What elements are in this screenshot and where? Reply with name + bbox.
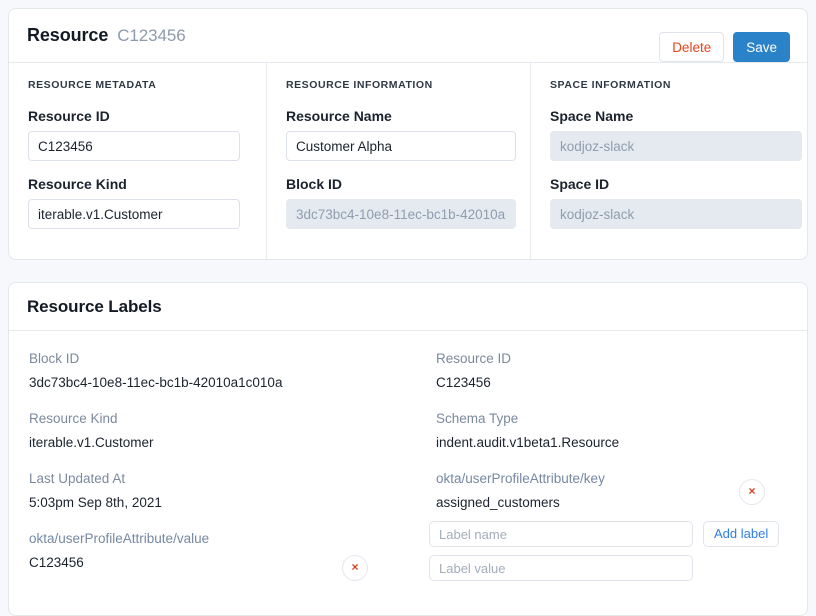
label-key: Resource Kind <box>29 411 118 426</box>
section-title-resource-metadata: RESOURCE METADATA <box>28 79 157 91</box>
field-label-resource-id: Resource ID <box>28 108 110 124</box>
label-value-input[interactable] <box>429 555 693 581</box>
field-space-name: Space Name <box>550 108 802 161</box>
resource-id-input[interactable] <box>28 131 240 161</box>
label-key: Block ID <box>29 351 80 366</box>
column-resource-metadata: RESOURCE METADATA Resource ID Resource K… <box>9 63 267 260</box>
field-resource-kind: Resource Kind <box>28 176 246 229</box>
label-key: okta/userProfileAttribute/value <box>29 531 210 546</box>
space-name-input <box>550 131 802 161</box>
page-title-resource-id: C123456 <box>117 26 186 45</box>
label-row: Last Updated At 5:03pm Sep 8th, 2021 <box>29 471 398 519</box>
field-resource-id: Resource ID <box>28 108 246 161</box>
add-label-button[interactable]: Add label <box>703 521 780 547</box>
label-key: Schema Type <box>435 411 519 426</box>
page-title-main: Resource <box>27 25 109 45</box>
column-resource-information: RESOURCE INFORMATION Resource Name Block… <box>267 63 531 260</box>
save-button[interactable]: Save <box>733 32 790 62</box>
label-name-input[interactable] <box>429 521 693 547</box>
resource-labels-card: Resource Labels Block ID 3dc73bc4-10e8-1… <box>8 282 808 616</box>
resource-labels-body: Block ID 3dc73bc4-10e8-11ec-bc1b-42010a1… <box>9 331 807 591</box>
label-value: iterable.v1.Customer <box>29 434 154 450</box>
label-row: Block ID 3dc73bc4-10e8-11ec-bc1b-42010a1… <box>29 351 398 399</box>
page-title: Resource C123456 <box>27 25 186 46</box>
space-id-input <box>550 199 802 229</box>
field-resource-name: Resource Name <box>286 108 516 161</box>
field-label-block-id: Block ID <box>286 176 343 192</box>
label-key: Resource ID <box>435 351 512 366</box>
resource-name-input[interactable] <box>286 131 516 161</box>
label-value: C123456 <box>435 374 491 390</box>
resource-columns: RESOURCE METADATA Resource ID Resource K… <box>9 62 807 260</box>
label-key: okta/userProfileAttribute/key <box>435 471 605 486</box>
delete-button[interactable]: Delete <box>659 32 725 62</box>
label-value: 5:03pm Sep 8th, 2021 <box>29 494 162 510</box>
resource-card-header: Resource C123456 Delete Save <box>9 9 807 62</box>
header-actions: Delete Save <box>659 32 790 62</box>
resource-kind-input[interactable] <box>28 199 240 229</box>
label-row: okta/userProfileAttribute/key assigned_c… <box>436 471 789 519</box>
section-title-space-information: SPACE INFORMATION <box>550 79 671 91</box>
label-row: Schema Type indent.audit.v1beta1.Resourc… <box>436 411 789 459</box>
label-row: okta/userProfileAttribute/value C123456 … <box>29 531 398 581</box>
label-value: assigned_customers <box>435 494 560 510</box>
field-block-id: Block ID <box>286 176 516 229</box>
field-label-space-name: Space Name <box>550 108 634 124</box>
add-label-inputs <box>429 521 693 581</box>
label-value: indent.audit.v1beta1.Resource <box>435 434 620 450</box>
block-id-input <box>286 199 516 229</box>
page-root: Resource C123456 Delete Save RESOURCE ME… <box>0 0 816 616</box>
add-label-form: Add label <box>429 521 780 581</box>
remove-label-icon[interactable]: × <box>341 555 368 581</box>
label-row: Resource ID C123456 <box>436 351 789 399</box>
labels-column-left: Block ID 3dc73bc4-10e8-11ec-bc1b-42010a1… <box>9 351 416 591</box>
label-key: Last Updated At <box>29 471 126 486</box>
field-label-resource-name: Resource Name <box>286 108 392 124</box>
field-space-id: Space ID <box>550 176 802 229</box>
field-label-space-id: Space ID <box>550 176 610 192</box>
resource-labels-title: Resource Labels <box>27 296 162 316</box>
resource-card: Resource C123456 Delete Save RESOURCE ME… <box>8 8 808 260</box>
section-title-resource-information: RESOURCE INFORMATION <box>286 79 433 91</box>
resource-labels-header: Resource Labels <box>9 283 807 331</box>
column-space-information: SPACE INFORMATION Space Name Space ID <box>531 63 807 260</box>
remove-label-icon[interactable]: × <box>739 479 765 505</box>
field-label-resource-kind: Resource Kind <box>28 176 127 192</box>
label-value: 3dc73bc4-10e8-11ec-bc1b-42010a1c010a <box>29 374 283 390</box>
label-row: Resource Kind iterable.v1.Customer <box>29 411 398 459</box>
